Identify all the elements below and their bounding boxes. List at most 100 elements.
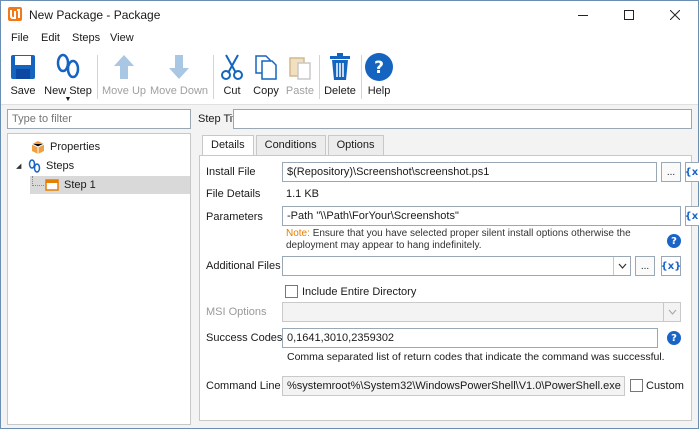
command-line-label: Command Line (206, 380, 281, 392)
additional-files-label: Additional Files (206, 260, 281, 272)
success-codes-label: Success Codes (206, 332, 283, 344)
minimize-button[interactable] (560, 1, 606, 29)
dropdown-arrow-icon: ▼ (64, 96, 72, 103)
scissors-icon (217, 51, 247, 83)
arrow-up-icon (109, 51, 139, 83)
include-directory-label: Include Entire Directory (302, 286, 417, 298)
msi-options-dropdown[interactable] (282, 302, 681, 322)
copy-button[interactable]: Copy (251, 51, 281, 103)
help-icon: ? (364, 51, 394, 83)
toolbar-separator (319, 55, 320, 99)
close-button[interactable] (652, 1, 698, 29)
toolbar-separator (97, 55, 98, 99)
details-tab-panel: Install File $(Repository)\Screenshot\sc… (199, 155, 699, 421)
custom-command-checkbox[interactable] (630, 379, 643, 392)
menu-steps[interactable]: Steps (72, 32, 100, 44)
step-window-icon (44, 177, 60, 193)
file-details-value: 1.1 KB (286, 188, 320, 200)
file-details-label: File Details (206, 188, 261, 200)
title-bar: New Package - Package (1, 1, 698, 29)
parameters-field[interactable]: -Path "\\Path\ForYour\Screenshots" (282, 206, 681, 226)
tab-conditions[interactable]: Conditions (255, 135, 326, 155)
save-label: Save (10, 85, 36, 97)
close-icon (670, 10, 680, 20)
svg-text:?: ? (374, 58, 384, 78)
success-codes-field[interactable]: 0,1641,3010,2359302 (282, 328, 658, 348)
paste-button[interactable]: Paste (285, 51, 315, 103)
expand-triangle-icon: ◢ (16, 163, 22, 170)
copy-icon (251, 51, 281, 83)
arrow-down-icon (164, 51, 194, 83)
tree-connector (32, 176, 44, 186)
silent-install-note: Note: Ensure that you have selected prop… (286, 228, 646, 252)
variable-insert-button[interactable]: {x} (685, 206, 699, 226)
toolbar-separator (361, 55, 362, 99)
msi-options-label: MSI Options (206, 306, 267, 318)
tree-item-steps[interactable]: ◢ Steps (16, 157, 74, 175)
note-text-line-2: deployment may appear to hang indefinite… (286, 240, 482, 251)
tab-strip: Details Conditions Options (202, 135, 386, 156)
variable-insert-button[interactable]: {x} (685, 162, 699, 182)
delete-button[interactable]: Delete (323, 51, 357, 103)
browse-install-file-button[interactable]: ... (661, 162, 681, 182)
menu-bar: File Edit Steps View (1, 29, 698, 49)
tab-options[interactable]: Options (327, 135, 384, 155)
menu-edit[interactable]: Edit (41, 32, 60, 44)
custom-label: Custom (646, 380, 684, 392)
package-box-icon (30, 139, 46, 155)
tree-item-label: Steps (46, 160, 75, 172)
app-logo-icon (7, 6, 23, 22)
window-title: New Package - Package (29, 8, 161, 22)
right-panel: Step Title Details Conditions Options In… (198, 109, 699, 425)
move-up-button[interactable]: Move Up (101, 51, 147, 103)
browse-additional-files-button[interactable]: ... (635, 256, 655, 276)
save-button[interactable]: Save (7, 51, 39, 103)
cut-button[interactable]: Cut (218, 51, 246, 103)
tree-item-step-1[interactable]: Step 1 (30, 176, 190, 194)
maximize-icon (624, 10, 634, 20)
tree-item-label: Step 1 (64, 179, 96, 191)
toolbar: Save New Step ▼ Move Up Move Down Cut Co… (1, 49, 698, 105)
tree-item-label: Properties (50, 141, 101, 153)
move-down-button[interactable]: Move Down (150, 51, 208, 103)
left-panel: Properties ◢ Steps Step 1 (5, 109, 191, 425)
additional-files-dropdown[interactable] (282, 256, 631, 276)
footsteps-icon (53, 51, 83, 83)
help-label: Help (367, 85, 391, 97)
paste-label: Paste (285, 85, 315, 97)
clipboard-icon (285, 51, 315, 83)
tab-details[interactable]: Details (202, 135, 254, 156)
footsteps-icon (26, 158, 42, 174)
install-file-label: Install File (206, 166, 256, 178)
install-file-field[interactable]: $(Repository)\Screenshot\screenshot.ps1 (282, 162, 657, 182)
menu-file[interactable]: File (11, 32, 29, 44)
chevron-down-icon (613, 257, 630, 275)
package-tree: Properties ◢ Steps Step 1 (7, 133, 191, 425)
move-up-label: Move Up (101, 85, 147, 97)
include-directory-checkbox[interactable] (285, 285, 298, 298)
variable-insert-button[interactable]: {x} (661, 256, 681, 276)
delete-label: Delete (324, 85, 356, 97)
new-step-button[interactable]: New Step ▼ (43, 51, 93, 103)
note-label: Note: (286, 228, 310, 239)
filter-input[interactable] (7, 109, 191, 129)
maximize-button[interactable] (606, 1, 652, 29)
success-codes-hint: Comma separated list of return codes tha… (287, 351, 665, 363)
move-down-label: Move Down (149, 85, 209, 97)
help-icon[interactable]: ? (667, 234, 681, 248)
note-text-line-1: Ensure that you have selected proper sil… (312, 228, 631, 239)
tree-item-properties[interactable]: Properties (30, 138, 100, 156)
minimize-icon (578, 14, 588, 16)
copy-label: Copy (253, 85, 279, 97)
command-line-field[interactable]: %systemroot%\System32\WindowsPowerShell\… (282, 376, 625, 396)
help-icon[interactable]: ? (667, 331, 681, 345)
app-window: New Package - Package File Edit Steps Vi… (0, 0, 699, 429)
chevron-down-icon (663, 303, 680, 321)
cut-label: Cut (223, 85, 241, 97)
save-icon (8, 51, 38, 83)
trash-icon (325, 51, 355, 83)
help-button[interactable]: ? Help (364, 51, 394, 103)
menu-view[interactable]: View (110, 32, 134, 44)
parameters-label: Parameters (206, 211, 263, 223)
step-title-input[interactable] (233, 109, 692, 129)
